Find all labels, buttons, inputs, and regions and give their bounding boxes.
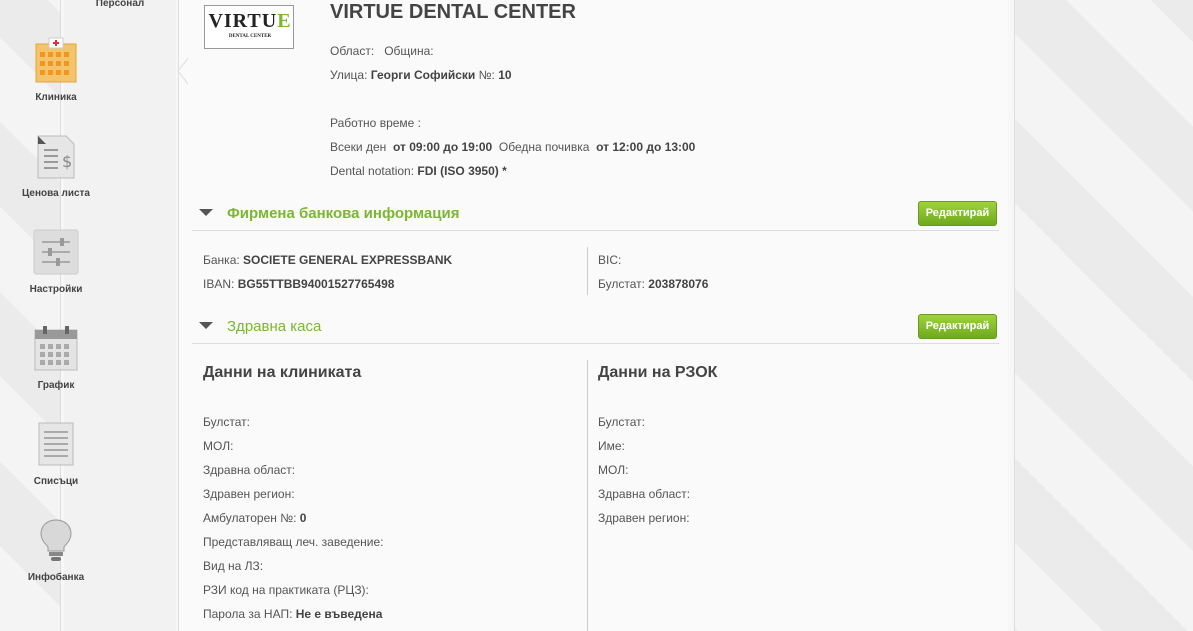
rzok-data-title: Данни на РЗОК — [598, 364, 718, 381]
sidebar-item-label: Списъци — [33, 476, 79, 487]
rzok-field: Здравен регион: — [598, 511, 690, 525]
sidebar-item-label: График — [37, 380, 75, 391]
bic-field: BIC: — [598, 253, 622, 267]
sidebar-item-clinic[interactable]: Клиника — [0, 26, 112, 122]
rzok-field: Здравна област: — [598, 487, 691, 501]
bank-section-title[interactable]: Фирмена банкова информация — [227, 205, 459, 222]
clinic-field: Здравен регион: — [203, 487, 295, 501]
clinic-field: РЗИ код на практиката (РЦЗ): — [203, 583, 369, 597]
column-divider — [587, 360, 588, 631]
calendar-icon — [34, 326, 78, 371]
dental-notation-line: Dental notation: FDI (ISO 3950) * — [330, 164, 507, 178]
working-hours-line: Всеки ден от 09:00 до 19:00 Обедна почив… — [330, 140, 696, 154]
health-fund-section-title[interactable]: Здравна каса — [227, 318, 321, 335]
rzok-field: Име: — [598, 439, 625, 453]
rzok-field: Булстат: — [598, 415, 645, 429]
clinic-name: VIRTUE DENTAL CENTER — [330, 1, 576, 23]
clinic-field: Здравна област: — [203, 463, 296, 477]
rzok-field: МОЛ: — [598, 463, 629, 477]
lightbulb-icon — [40, 519, 72, 561]
list-icon — [38, 422, 74, 466]
hospital-icon — [35, 37, 77, 83]
collapse-arrow-icon[interactable] — [199, 322, 213, 329]
clinic-logo: VIRTUE DENTAL CENTER — [204, 5, 294, 49]
iban-field: IBAN: BG55TTBB94001527765498 — [203, 277, 395, 291]
clinic-field: Булстат: — [203, 415, 250, 429]
clinic-field: Парола за НАП: Не е въведена — [203, 607, 383, 621]
edit-health-fund-button[interactable]: Редактирай — [918, 314, 997, 339]
sidebar-item-label: Настройки — [29, 284, 83, 295]
health-fund-section-header: Здравна каса Редактирай — [192, 308, 999, 344]
sidebar-item-price-list[interactable]: $ Ценова листа — [0, 122, 112, 218]
working-hours-label: Работно време : — [330, 116, 422, 130]
sidebar-item-label: Инфобанка — [27, 572, 85, 583]
column-divider — [587, 247, 588, 295]
sidebar-item-infobank[interactable]: Инфобанка — [0, 506, 112, 602]
clinic-field: Амбулаторен №: 0 — [203, 511, 307, 525]
sidebar-item-lists[interactable]: Списъци — [0, 410, 112, 506]
sidebar-item-label: Клиника — [35, 92, 77, 103]
settings-icon — [33, 229, 79, 275]
sidebar-item-label: Ценова листа — [21, 188, 90, 199]
price-list-icon: $ — [37, 135, 75, 179]
collapse-arrow-icon[interactable] — [199, 209, 213, 216]
bank-section-header: Фирмена банкова информация Редактирай — [192, 195, 999, 231]
sidebar-item-personnel[interactable]: Персонал — [64, 0, 176, 9]
region-line: Област: Община: — [330, 44, 434, 58]
svg-text:$: $ — [62, 152, 72, 171]
clinic-field: Вид на ЛЗ: — [203, 559, 264, 573]
active-pointer — [177, 58, 188, 84]
street-line: Улица: Георги Софийски №: 10 — [330, 68, 512, 82]
clinic-field: МОЛ: — [203, 439, 234, 453]
edit-bank-button[interactable]: Редактирай — [918, 201, 997, 226]
sidebar-item-schedule[interactable]: График — [0, 314, 112, 410]
bank-field: Банка: SOCIETE GENERAL EXPRESSBANK — [203, 253, 453, 267]
clinic-field: Представляващ леч. заведение: — [203, 535, 384, 549]
sidebar-item-settings[interactable]: Настройки — [0, 218, 112, 314]
bulstat-field: Булстат: 203878076 — [598, 277, 709, 291]
clinic-data-title: Данни на клиниката — [203, 364, 362, 381]
